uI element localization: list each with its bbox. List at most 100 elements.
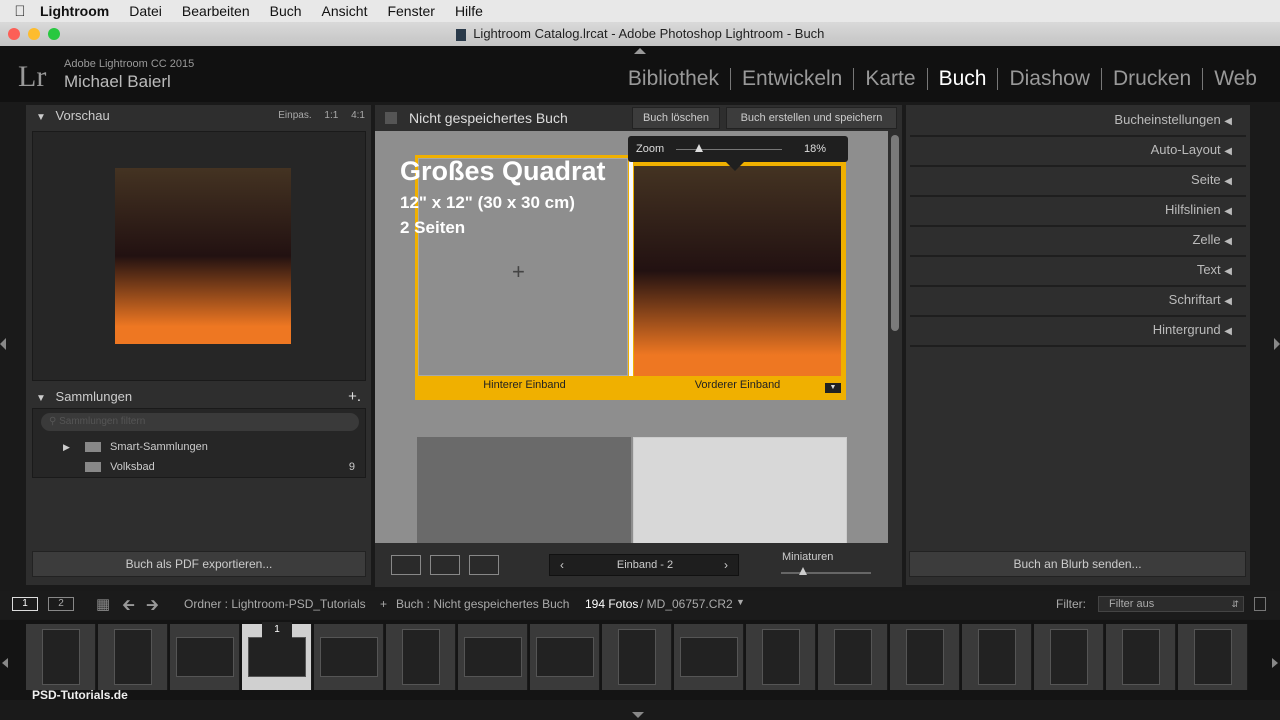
single-page-view-icon[interactable]: [469, 555, 499, 575]
preview-1-1[interactable]: 1:1: [324, 110, 338, 121]
film-thumb[interactable]: [1034, 624, 1104, 690]
close-window-button[interactable]: [8, 28, 20, 40]
source-label[interactable]: Ordner : Lightroom-PSD_Tutorials: [184, 597, 366, 611]
book-icon: [385, 112, 397, 124]
watermark-text: PSD-Tutorials.de: [32, 688, 128, 702]
collapse-right-icon[interactable]: [1274, 338, 1280, 350]
thumb-image: [1193, 629, 1232, 685]
thumb-image: [1049, 629, 1088, 685]
back-arrow-icon[interactable]: 🡰: [122, 594, 135, 621]
film-thumb[interactable]: [1178, 624, 1248, 690]
create-save-book-button[interactable]: Buch erstellen und speichern: [726, 107, 897, 129]
book-title: Nicht gespeichertes Buch: [409, 110, 568, 126]
module-karte[interactable]: Karte: [854, 68, 928, 90]
collapse-left-icon[interactable]: [0, 338, 6, 350]
cover-options-icon[interactable]: ▼: [825, 383, 841, 393]
zoom-slider[interactable]: [676, 144, 782, 152]
panel-auto-layout[interactable]: Auto-Layout ◀: [910, 137, 1246, 167]
usage-badge: 1: [262, 622, 292, 638]
menu-buch[interactable]: Buch: [270, 3, 302, 19]
folder-icon: [84, 442, 101, 453]
scroll-thumb[interactable]: [891, 135, 899, 331]
panel-text[interactable]: Text ◀: [910, 257, 1246, 287]
next-page-left[interactable]: [417, 437, 631, 543]
next-page-right[interactable]: [633, 437, 847, 543]
film-thumb[interactable]: [530, 624, 600, 690]
thumbnail-size-slider[interactable]: [781, 567, 871, 575]
module-diashow[interactable]: Diashow: [998, 68, 1102, 90]
film-thumb[interactable]: [674, 624, 744, 690]
export-pdf-button[interactable]: Buch als PDF exportieren...: [32, 551, 366, 577]
menu-datei[interactable]: Datei: [129, 3, 162, 19]
collections-header[interactable]: ▼ Sammlungen +.: [26, 386, 371, 408]
thumbnail-slider-thumb[interactable]: [799, 567, 807, 575]
film-thumb[interactable]: [602, 624, 672, 690]
panel-font[interactable]: Schriftart ◀: [910, 287, 1246, 317]
menu-hilfe[interactable]: Hilfe: [455, 3, 483, 19]
spread-view-icon[interactable]: [430, 555, 460, 575]
add-collection-icon[interactable]: +.: [348, 386, 361, 408]
collapse-left-icon: ◀: [1224, 266, 1232, 277]
film-thumb[interactable]: [386, 624, 456, 690]
filmstrip-right-icon[interactable]: [1272, 658, 1278, 668]
forward-arrow-icon[interactable]: 🡲: [146, 594, 159, 621]
disclosure-right-icon[interactable]: ▶: [63, 442, 70, 452]
collections-search-input[interactable]: ⚲ Sammlungen filtern: [41, 413, 359, 431]
film-thumb[interactable]: [962, 624, 1032, 690]
panel-cell[interactable]: Zelle ◀: [910, 227, 1246, 257]
filter-select[interactable]: Filter aus ⇵: [1098, 596, 1244, 612]
module-web[interactable]: Web: [1203, 68, 1268, 90]
filmstrip-left-icon[interactable]: [2, 658, 8, 668]
preview-header[interactable]: ▼ Vorschau Einpas. 1:1 4:1: [26, 105, 371, 127]
preview-fit[interactable]: Einpas.: [278, 110, 311, 121]
panel-background[interactable]: Hintergrund ◀: [910, 317, 1246, 347]
film-thumb[interactable]: [1106, 624, 1176, 690]
back-cover[interactable]: +: [418, 158, 628, 376]
module-bibliothek[interactable]: Bibliothek: [617, 68, 731, 90]
apple-icon[interactable]: : [0, 3, 40, 20]
film-thumb[interactable]: [746, 624, 816, 690]
film-thumb[interactable]: [26, 624, 96, 690]
multi-page-view-icon[interactable]: [391, 555, 421, 575]
film-thumb[interactable]: [818, 624, 888, 690]
panel-book-settings[interactable]: Bucheinstellungen ◀: [910, 107, 1246, 137]
menu-bearbeiten[interactable]: Bearbeiten: [182, 3, 250, 19]
collapse-bottom-icon[interactable]: [632, 712, 644, 718]
send-to-blurb-button[interactable]: Buch an Blurb senden...: [909, 551, 1246, 577]
menu-ansicht[interactable]: Ansicht: [322, 3, 368, 19]
cover-spread[interactable]: + Hinterer Einband Vorderer Einband ▼: [415, 155, 846, 400]
menu-fenster[interactable]: Fenster: [387, 3, 434, 19]
monitor-2-button[interactable]: 2: [48, 597, 74, 611]
module-buch[interactable]: Buch: [928, 68, 999, 90]
panel-page[interactable]: Seite ◀: [910, 167, 1246, 197]
menu-app[interactable]: Lightroom: [40, 3, 109, 19]
collapse-top-icon[interactable]: [634, 48, 646, 54]
zoom-window-button[interactable]: [48, 28, 60, 40]
canvas-scrollbar[interactable]: [888, 131, 902, 543]
next-page-icon[interactable]: ›: [724, 558, 728, 572]
zoom-slider-thumb[interactable]: [695, 144, 704, 152]
minimize-window-button[interactable]: [28, 28, 40, 40]
tree-item-smart-collections[interactable]: ▶ Smart-Sammlungen: [63, 441, 208, 453]
panel-guides[interactable]: Hilfslinien ◀: [910, 197, 1246, 227]
grid-icon[interactable]: ▦: [96, 595, 110, 613]
module-entwickeln[interactable]: Entwickeln: [731, 68, 855, 90]
preview-4-1[interactable]: 4:1: [351, 110, 365, 121]
tree-item-volksbad[interactable]: Volksbad 9: [85, 461, 355, 473]
film-thumb[interactable]: [170, 624, 240, 690]
collections-title: Sammlungen: [55, 389, 133, 404]
film-thumb-selected[interactable]: 1: [242, 622, 312, 690]
cover-pages: 2 Seiten: [400, 218, 466, 237]
front-cover-label: Vorderer Einband: [694, 379, 781, 391]
film-thumb[interactable]: [458, 624, 528, 690]
module-drucken[interactable]: Drucken: [1102, 68, 1204, 90]
delete-book-button[interactable]: Buch löschen: [632, 107, 720, 129]
monitor-1-button[interactable]: 1: [12, 597, 38, 611]
current-file[interactable]: / MD_06757.CR2: [640, 597, 733, 611]
filter-lock-icon[interactable]: [1254, 597, 1266, 611]
film-thumb[interactable]: [314, 624, 384, 690]
front-cover-image[interactable]: [634, 166, 841, 376]
film-thumb[interactable]: [98, 624, 168, 690]
file-dropdown-icon[interactable]: ▼: [736, 597, 745, 607]
film-thumb[interactable]: [890, 624, 960, 690]
